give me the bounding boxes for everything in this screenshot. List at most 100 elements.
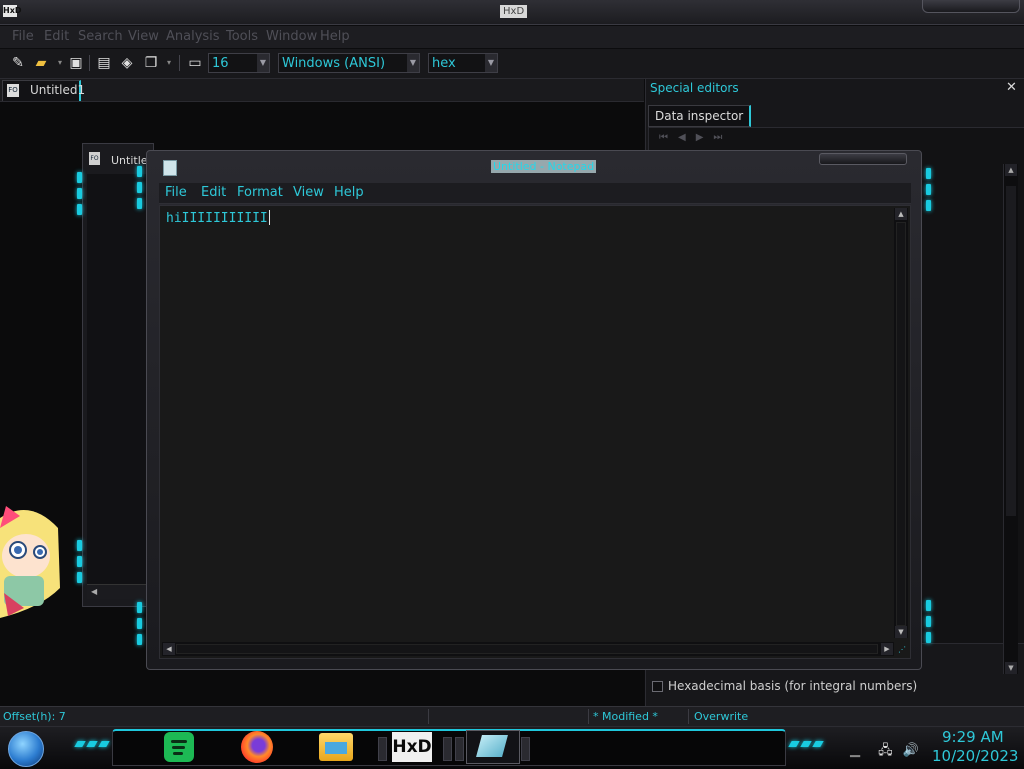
hxd-taskbar-icon[interactable]: HxD (392, 732, 432, 762)
scroll-up-icon[interactable]: ▲ (895, 208, 907, 220)
status-mode[interactable]: Overwrite (694, 710, 748, 723)
clock-time[interactable]: 9:29 AM (942, 728, 1004, 746)
menu-view[interactable]: View (128, 29, 159, 44)
scroll-up-icon[interactable]: ▲ (1005, 164, 1017, 176)
chevron-down-icon[interactable]: ▾ (52, 55, 68, 71)
spotify-bar (173, 752, 183, 755)
decor-tick (926, 616, 931, 627)
menu-help[interactable]: Help (334, 185, 364, 200)
menu-search[interactable]: Search (78, 29, 123, 44)
decor-tick (788, 741, 800, 747)
status-divider (588, 709, 589, 724)
scroll-thumb[interactable] (1006, 186, 1016, 516)
hex-basis-checkbox[interactable] (652, 681, 663, 692)
child-horizontal-scrollbar[interactable]: ◀ (87, 584, 151, 599)
decor-tick (77, 556, 82, 567)
menu-edit[interactable]: Edit (44, 29, 69, 44)
volume-icon[interactable]: 🔊 (903, 743, 919, 758)
scroll-thumb[interactable] (176, 644, 878, 654)
firefox-icon[interactable] (241, 731, 273, 763)
window-controls[interactable] (922, 0, 1020, 13)
window-title: HxD (500, 5, 528, 18)
show-hidden-icons-icon[interactable]: ▁ (850, 743, 860, 758)
decor-tick (137, 182, 142, 193)
network-icon[interactable]: 🖧 (878, 743, 893, 758)
charset-value: Windows (ANSI) (282, 56, 386, 71)
editor-content[interactable]: hiIIIIIIIIIII (166, 210, 270, 226)
menu-help[interactable]: Help (320, 29, 350, 44)
explorer-folder-band (325, 742, 347, 754)
chevron-down-icon[interactable]: ▼ (257, 54, 269, 72)
menu-file[interactable]: File (165, 185, 187, 200)
bytes-per-row-select[interactable]: 16 ▼ (208, 53, 270, 73)
chevron-down-icon[interactable]: ▼ (485, 54, 497, 72)
spotify-icon[interactable] (164, 732, 194, 762)
spotify-bar (172, 746, 185, 749)
inspector-scrollbar[interactable]: ▲ ▼ (1003, 164, 1018, 674)
scroll-right-icon[interactable]: ▶ (881, 643, 893, 655)
notepad-icon[interactable] (163, 160, 177, 176)
menu-analysis[interactable]: Analysis (166, 29, 220, 44)
scroll-left-icon[interactable]: ◀ (163, 643, 175, 655)
menu-view[interactable]: View (293, 185, 324, 200)
offset-base-value: hex (432, 56, 456, 71)
bytes-per-row-icon: ▭ (188, 55, 202, 71)
child-window-title: Untitle (111, 154, 148, 167)
document-tab-bar: FO Untitled1 (0, 79, 644, 102)
notepad-window[interactable]: Untitled - Notepad File Edit Format View… (146, 150, 922, 670)
open-folder-icon[interactable]: ▰ (33, 55, 49, 71)
clock-date[interactable]: 10/20/2023 (932, 747, 1018, 765)
scroll-thumb[interactable] (896, 222, 906, 626)
file-explorer-icon[interactable] (319, 733, 353, 761)
notepad-taskbar-icon[interactable] (466, 730, 520, 764)
hex-editor-child-window[interactable]: FO Untitle ◀ (82, 143, 154, 607)
menu-edit[interactable]: Edit (201, 185, 226, 200)
horizontal-scrollbar[interactable]: ◀ ▶ (162, 642, 894, 656)
status-divider (428, 709, 429, 724)
toolbar-divider (89, 55, 90, 71)
decor-tick (926, 600, 931, 611)
save-icon[interactable]: ▣ (68, 55, 84, 71)
chevron-down-icon[interactable]: ▾ (161, 55, 177, 71)
offset-base-select[interactable]: hex ▼ (428, 53, 498, 73)
cartoon-mascot-image (0, 506, 60, 618)
menu-window[interactable]: Window (266, 29, 317, 44)
menu-format[interactable]: Format (237, 185, 283, 200)
decor-tick (926, 200, 931, 211)
system-tray[interactable]: ▁ 🖧 🔊 (850, 741, 919, 763)
decor-tick (926, 168, 931, 179)
decor-tick (137, 166, 142, 177)
decor-tick (926, 184, 931, 195)
notepad-text-area[interactable]: hiIIIIIIIIIII ▲ ▼ ◀ ▶ ⋰ (159, 205, 911, 659)
scroll-down-icon[interactable]: ▼ (895, 626, 907, 638)
decor-tick (98, 741, 110, 747)
status-modified: * Modified * (593, 710, 658, 723)
hxd-title-bar[interactable]: HxD HxD (0, 0, 1024, 25)
scroll-down-icon[interactable]: ▼ (1005, 662, 1017, 674)
close-icon[interactable]: ✕ (1006, 80, 1017, 95)
window-controls[interactable] (819, 153, 907, 165)
charset-select[interactable]: Windows (ANSI) ▼ (278, 53, 420, 73)
tab-data-inspector[interactable]: Data inspector (648, 105, 752, 127)
tab-untitled1[interactable]: FO Untitled1 (2, 80, 85, 101)
resize-grip-icon[interactable]: ⋰ (896, 644, 908, 656)
document-icon[interactable]: ▤ (96, 55, 112, 71)
new-file-icon[interactable]: ✎ (10, 55, 26, 71)
decor-tick (137, 634, 142, 645)
editor-text: hiIIIIIIIIIII (166, 211, 268, 226)
decor-tick (77, 172, 82, 183)
menu-file[interactable]: File (12, 29, 34, 44)
disk-icon[interactable]: ◈ (119, 55, 135, 71)
hxd-toolbar: ✎ ▰ ▾ ▣ ▤ ◈ ❐ ▾ ▭ 16 ▼ Windows (ANSI) ▼ … (0, 49, 1024, 79)
chevron-down-icon[interactable]: ▼ (407, 54, 419, 72)
hex-view[interactable] (87, 174, 147, 589)
inspector-nav-icons[interactable]: ⏮◀▶⏭ (659, 132, 732, 143)
decor-tick (800, 741, 812, 747)
decor-tick (86, 741, 98, 747)
menu-tools[interactable]: Tools (226, 29, 258, 44)
notepad-title-bar[interactable]: Untitled - Notepad (147, 151, 921, 181)
copy-icon[interactable]: ❐ (143, 55, 159, 71)
start-button[interactable] (8, 731, 44, 767)
vertical-scrollbar[interactable]: ▲ ▼ (894, 208, 908, 638)
hxd-app-icon[interactable]: HxD (3, 5, 22, 17)
